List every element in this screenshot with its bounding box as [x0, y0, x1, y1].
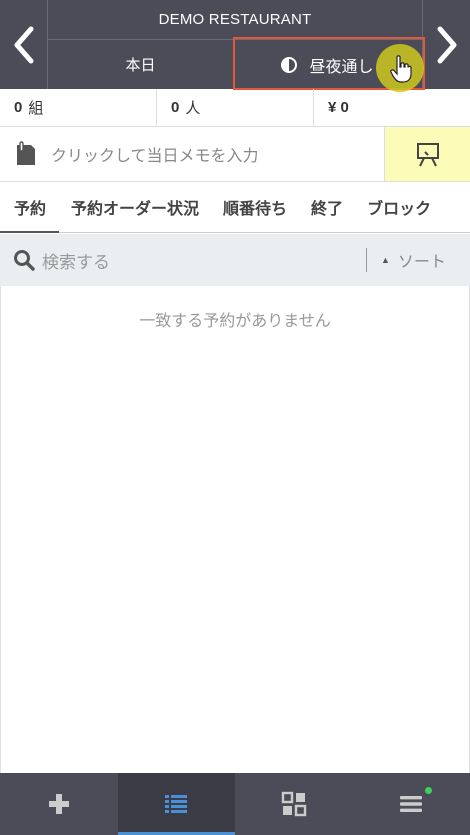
menu-icon: [400, 796, 423, 812]
memo-pin-icon: [17, 141, 35, 165]
hand-cursor-icon: [390, 55, 412, 83]
empty-state-message: 一致する予約がありません: [139, 313, 331, 330]
date-selector[interactable]: 本日: [48, 40, 233, 89]
chevron-right-icon: [437, 26, 456, 63]
sales-total: ¥ 0: [328, 99, 349, 116]
menu-button[interactable]: [353, 773, 470, 835]
tab-waitlist[interactable]: 順番待ち: [211, 182, 299, 232]
prev-day-button[interactable]: [0, 0, 48, 89]
sort-label: ソート: [397, 254, 446, 271]
daily-stats: 0 組 0 人 ¥ 0: [0, 89, 470, 127]
people-count: 0 人: [157, 89, 314, 126]
search-icon: [14, 250, 35, 271]
chevron-left-icon: [14, 26, 33, 63]
reservation-tabs: 予約 予約オーダー状況 順番待ち 終了 ブロック: [0, 182, 470, 233]
tab-finished[interactable]: 終了: [299, 182, 355, 232]
reservation-list: [0, 286, 470, 773]
search-input[interactable]: 検索する: [42, 248, 366, 273]
tab-blocked[interactable]: ブロック: [355, 182, 443, 232]
board-button[interactable]: [385, 127, 470, 181]
list-view-button[interactable]: [117, 773, 235, 835]
tab-reservations[interactable]: 予約: [0, 182, 60, 233]
shift-label: 昼夜通し: [309, 58, 374, 76]
grid-view-button[interactable]: [235, 773, 353, 835]
restaurant-title: DEMO RESTAURANT: [48, 0, 422, 40]
daily-memo-field[interactable]: クリックして当日メモを入力: [0, 127, 385, 181]
sort-button[interactable]: ▲ ソート: [366, 248, 470, 272]
add-button[interactable]: [0, 773, 118, 835]
list-icon: [165, 795, 188, 813]
grid-icon: [281, 791, 306, 817]
plus-icon: [48, 794, 69, 814]
presentation-board-icon: [416, 143, 439, 167]
triangle-up-icon: ▲: [381, 255, 390, 265]
bottom-navigation: [0, 773, 470, 835]
search-bar: 検索する ▲ ソート: [0, 234, 470, 286]
notification-badge: [424, 787, 432, 794]
half-circle-icon: [281, 56, 298, 73]
memo-row: クリックして当日メモを入力: [0, 127, 470, 182]
tab-reservation-orders[interactable]: 予約オーダー状況: [59, 182, 211, 232]
groups-count: 0 組: [0, 89, 157, 126]
next-day-button[interactable]: [422, 0, 470, 89]
memo-placeholder: クリックして当日メモを入力: [51, 148, 259, 165]
